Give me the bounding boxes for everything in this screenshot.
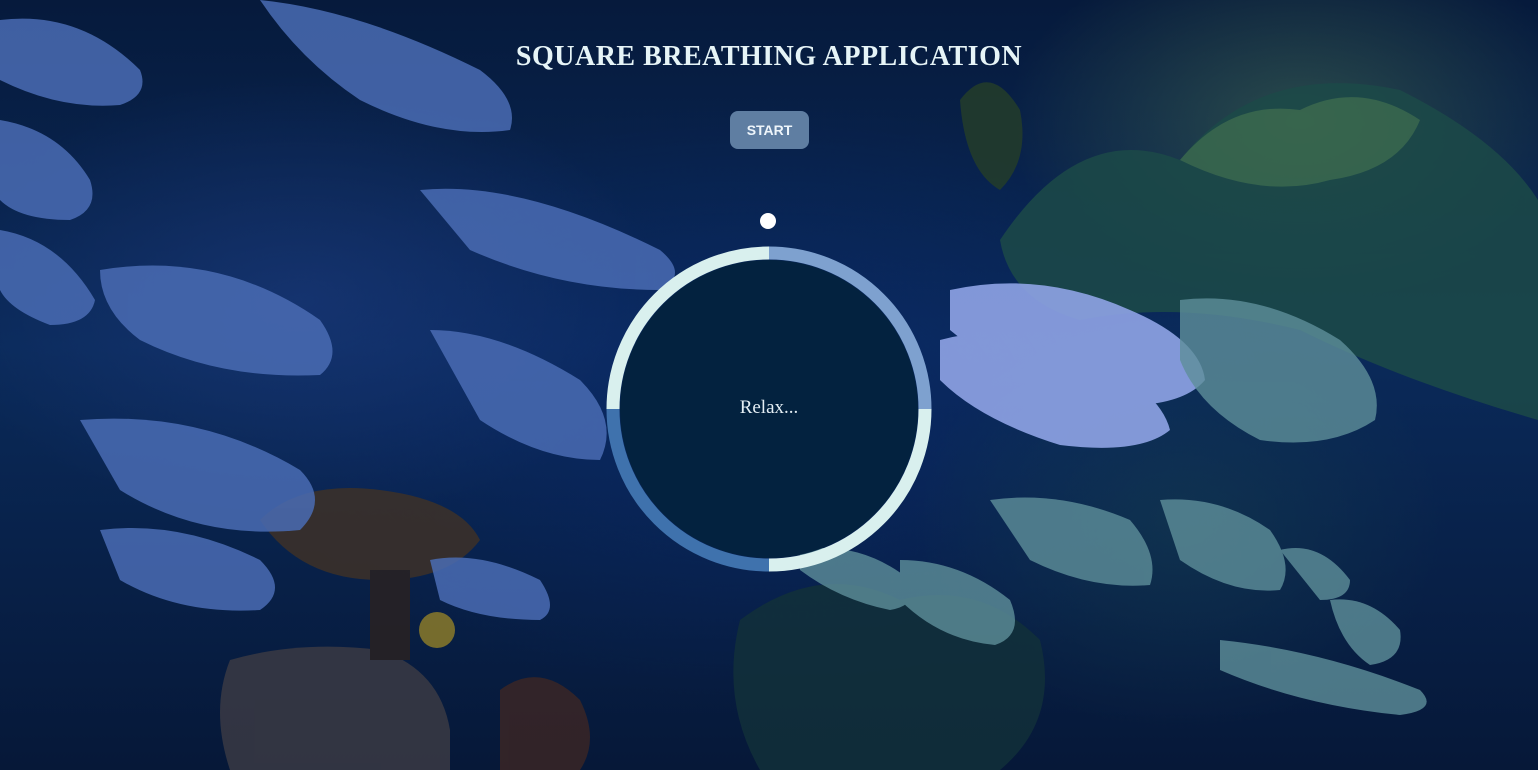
breathing-status-text: Relax... bbox=[739, 397, 799, 418]
progress-pointer-dot bbox=[760, 213, 776, 229]
start-button[interactable]: START bbox=[730, 111, 809, 149]
app-title: SQUARE BREATHING APPLICATION bbox=[515, 40, 1023, 72]
